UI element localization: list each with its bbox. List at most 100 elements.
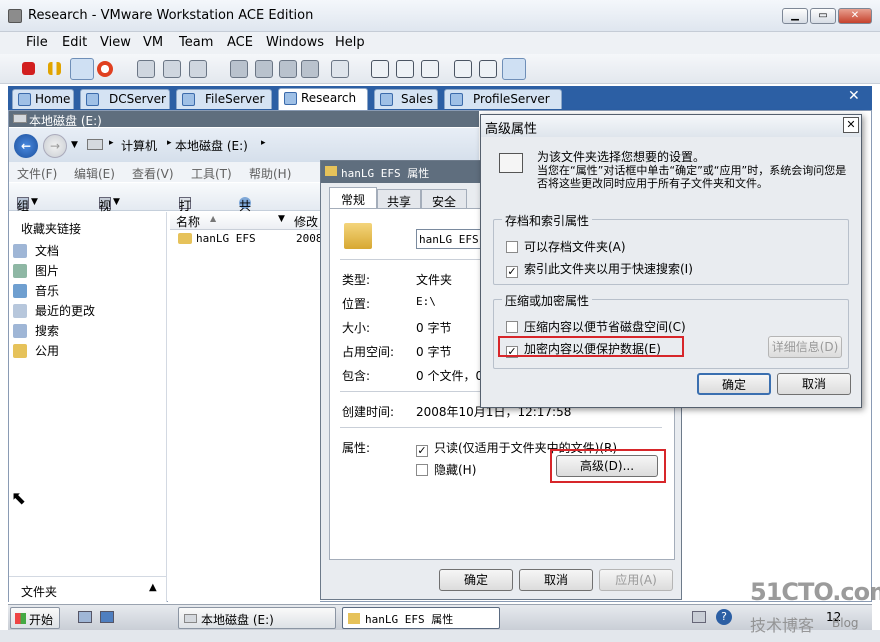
start-button[interactable]: 开始 [10, 607, 60, 629]
nav-item-documents[interactable]: 文档 [13, 242, 59, 259]
archive-checkbox[interactable]: 可以存档文件夹(A) [506, 238, 626, 255]
power-off-icon[interactable] [22, 62, 35, 75]
tab-sharing[interactable]: 共享 [377, 189, 421, 209]
nav-item-pictures[interactable]: 图片 [13, 262, 59, 279]
tray-help-icon[interactable]: ? [716, 609, 732, 625]
breadcrumb-arrow-icon[interactable]: ▸ [109, 138, 114, 148]
watermark-blog: Blog [832, 616, 859, 630]
menu-view[interactable]: View [100, 35, 131, 50]
nav-item-music[interactable]: 音乐 [13, 282, 59, 299]
apply-button[interactable]: 应用(A) [599, 569, 673, 591]
compress-checkbox[interactable]: 压缩内容以便节省磁盘空间(C) [506, 318, 686, 335]
forward-button[interactable]: → [43, 134, 67, 158]
summary-view-icon[interactable] [454, 60, 472, 78]
hidden-checkbox[interactable]: 隐藏(H) [416, 461, 476, 478]
minimize-button[interactable]: ▁ [782, 8, 808, 24]
cancel-button[interactable]: 取消 [519, 569, 593, 591]
column-dropdown-icon[interactable]: ▼ [278, 214, 285, 224]
menu-ace[interactable]: ACE [227, 35, 253, 50]
explorer-menu-help[interactable]: 帮助(H) [249, 165, 291, 182]
details-button[interactable]: 详细信息(D) [768, 336, 842, 358]
folders-toggle[interactable]: 文件夹 ▲ [9, 576, 167, 600]
quick-launch-switch-icon[interactable] [100, 611, 114, 623]
menu-edit[interactable]: Edit [62, 35, 87, 50]
nav-item-recent[interactable]: 最近的更改 [13, 302, 95, 319]
quick-launch-desktop-icon[interactable] [78, 611, 92, 623]
sidebar-view-icon[interactable] [371, 60, 389, 78]
index-checkbox[interactable]: ✓ 索引此文件夹以用于快速搜索(I) [506, 260, 693, 278]
nav-item-public[interactable]: 公用 [13, 342, 59, 359]
advanced-cancel-button[interactable]: 取消 [777, 373, 851, 395]
team-icon-2[interactable] [255, 60, 273, 78]
quick-switch-icon[interactable] [396, 60, 414, 78]
breadcrumb-computer[interactable]: 计算机 [121, 137, 157, 154]
menu-windows[interactable]: Windows [266, 35, 324, 50]
advanced-ok-button[interactable]: 确定 [697, 373, 771, 395]
menu-file[interactable]: File [26, 35, 48, 50]
recent-changes-icon [13, 304, 27, 318]
vmware-app-icon [8, 9, 22, 23]
folder-name-field[interactable] [416, 229, 486, 249]
pause-icon[interactable] [48, 62, 61, 75]
location-value: E:\ [416, 295, 436, 308]
history-dropdown-icon[interactable]: ▼ [71, 140, 78, 150]
contains-label: 包含: [342, 369, 371, 383]
menu-vm[interactable]: VM [143, 35, 163, 50]
column-name[interactable]: 名称 [176, 213, 200, 230]
appliance-view-icon[interactable] [479, 60, 497, 78]
breadcrumb-arrow-icon[interactable]: ▸ [167, 138, 172, 148]
large-folder-icon [344, 223, 372, 249]
chevron-down-icon: ▼ [113, 197, 120, 207]
reset-icon[interactable] [97, 61, 113, 77]
tab-dcserver[interactable]: DCServer [80, 89, 170, 109]
close-tab-icon[interactable]: ✕ [848, 88, 860, 104]
tab-home[interactable]: Home [12, 89, 74, 109]
tab-sales[interactable]: Sales [374, 89, 438, 109]
explorer-menu-tools[interactable]: 工具(T) [191, 165, 232, 182]
compress-encrypt-group: 压缩或加密属性 压缩内容以便节省磁盘空间(C) ✓ 加密内容以便保护数据(E) 详… [493, 292, 849, 369]
task-properties[interactable]: hanLG EFS 属性 [342, 607, 500, 629]
contains-value: 0 个文件，0 [416, 369, 484, 383]
console-icon[interactable] [331, 60, 349, 78]
tab-general[interactable]: 常规 [329, 187, 377, 209]
tab-security[interactable]: 安全 [421, 189, 467, 209]
file-row[interactable]: hanLG EFS 2008 [172, 231, 323, 247]
ok-button[interactable]: 确定 [439, 569, 513, 591]
revert-snapshot-icon[interactable] [163, 60, 181, 78]
advanced-note: 当您在“属性”对话框中单击“确定”或“应用”时，系统会询问您是否将这些更改同时应… [537, 164, 847, 190]
tray-keyboard-icon[interactable] [692, 611, 706, 623]
documents-icon [13, 244, 27, 258]
console-view-icon[interactable] [502, 58, 526, 80]
explorer-title: 本地磁盘 (E:) [29, 114, 102, 128]
vm-icon [380, 93, 393, 106]
snapshot-manager-icon[interactable] [189, 60, 207, 78]
menu-help[interactable]: Help [335, 35, 365, 50]
play-icon[interactable] [70, 58, 94, 80]
column-modified[interactable]: 修改 [294, 213, 318, 230]
nav-item-search[interactable]: 搜索 [13, 322, 59, 339]
fullscreen-icon[interactable] [421, 60, 439, 78]
maximize-button[interactable]: ▭ [810, 8, 836, 24]
tab-fileserver[interactable]: FileServer [176, 89, 272, 109]
tab-research[interactable]: Research [278, 88, 368, 110]
tab-profileserver[interactable]: ProfileServer [444, 89, 562, 109]
close-button[interactable]: ✕ [838, 8, 872, 24]
close-icon[interactable]: ✕ [843, 117, 859, 133]
properties-title: hanLG EFS 属性 [341, 167, 430, 180]
team-icon-4[interactable] [301, 60, 319, 78]
team-icon-1[interactable] [230, 60, 248, 78]
task-explorer[interactable]: 本地磁盘 (E:) [178, 607, 336, 629]
chevron-down-icon: ▼ [31, 197, 38, 207]
explorer-menu-file[interactable]: 文件(F) [17, 165, 57, 182]
breadcrumb-drive[interactable]: 本地磁盘 (E:) [175, 137, 248, 154]
chevron-up-icon: ▲ [149, 582, 157, 593]
explorer-menu-view[interactable]: 查看(V) [132, 165, 174, 182]
watermark-site: 51CTO.com [750, 578, 880, 606]
team-icon-3[interactable] [279, 60, 297, 78]
checkbox-unchecked-icon [506, 321, 518, 333]
breadcrumb-dropdown-icon[interactable]: ▸ [261, 138, 266, 148]
back-button[interactable]: ← [14, 134, 38, 158]
menu-team[interactable]: Team [179, 35, 213, 50]
explorer-menu-edit[interactable]: 编辑(E) [74, 165, 115, 182]
snapshot-icon[interactable] [137, 60, 155, 78]
